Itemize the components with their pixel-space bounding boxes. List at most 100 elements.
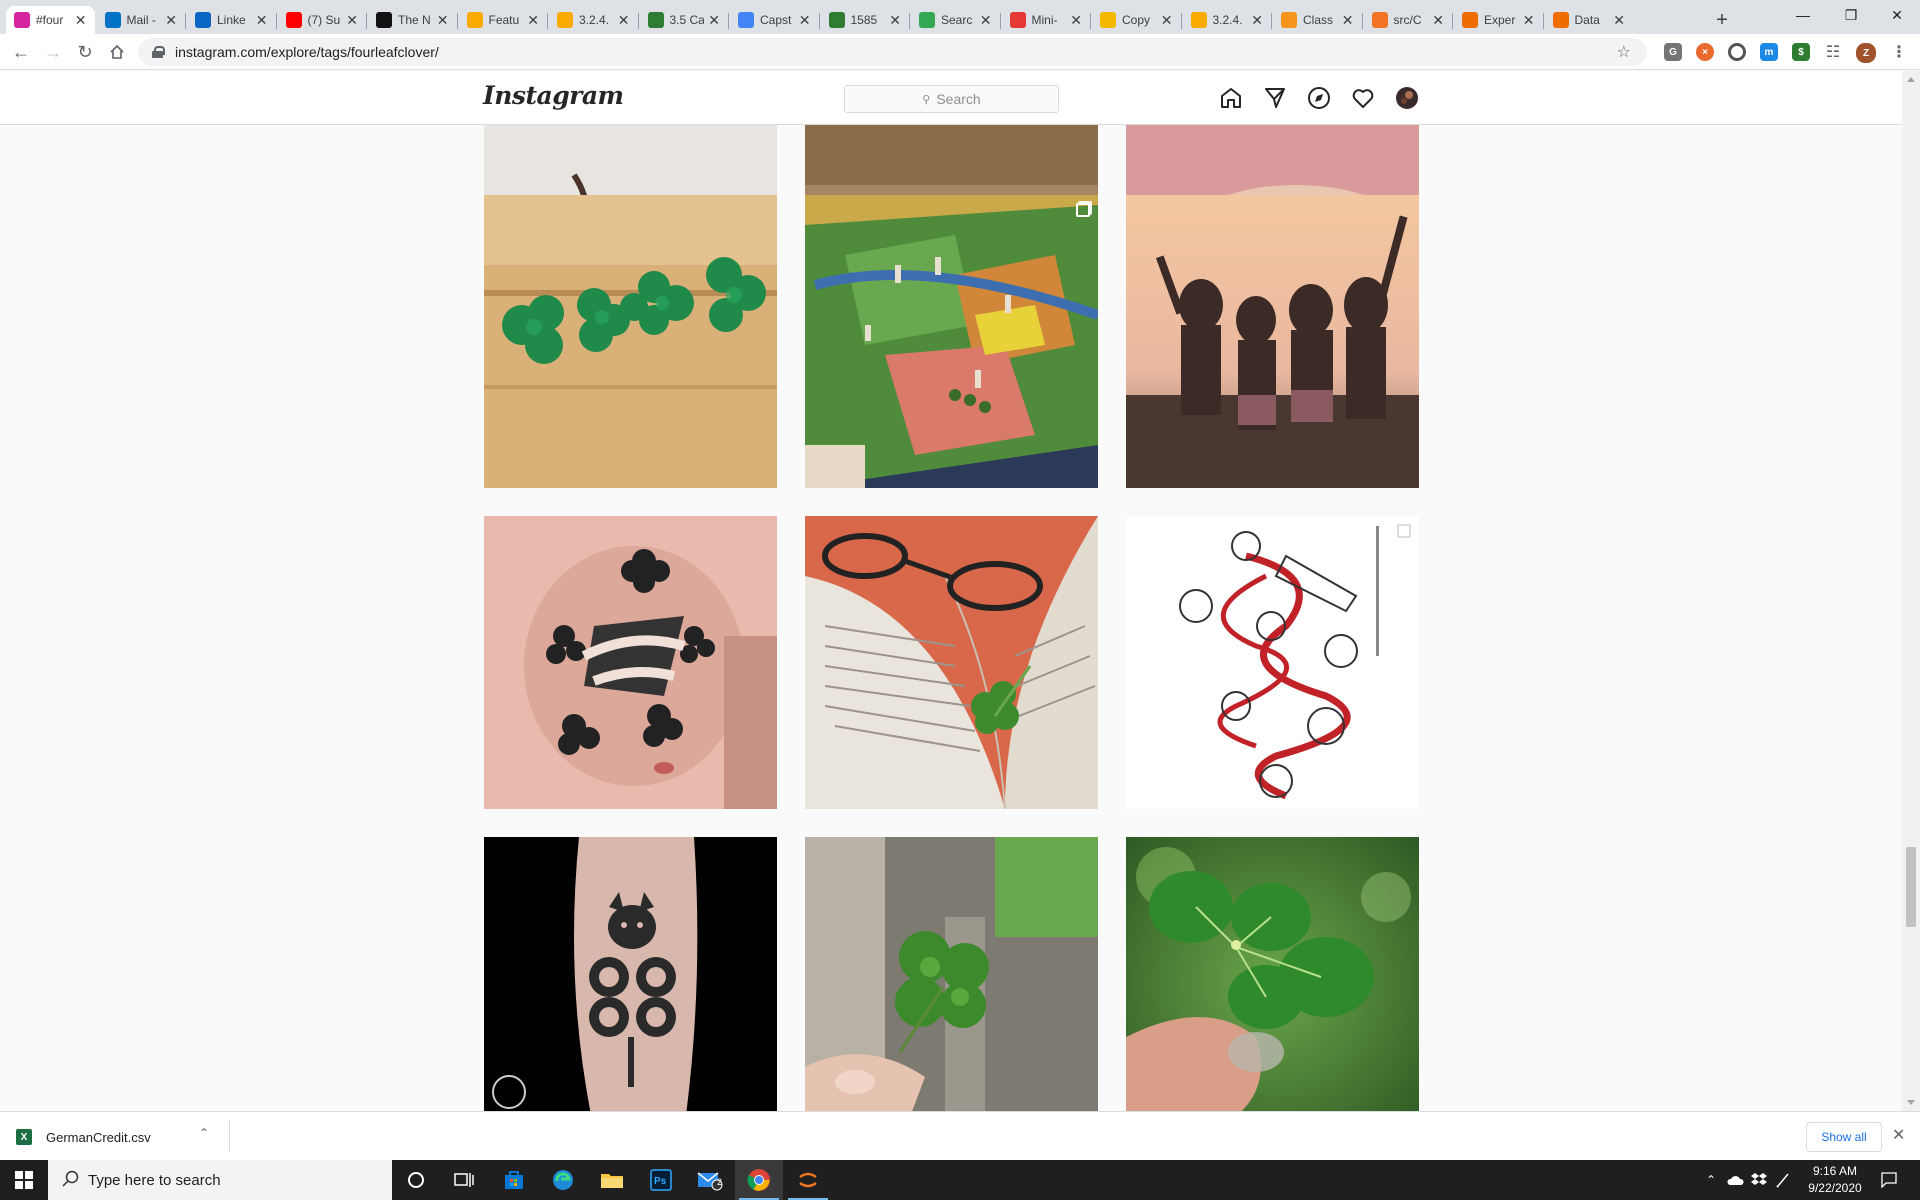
tab-close-icon[interactable]: ✕ bbox=[256, 12, 268, 29]
tab-close-icon[interactable]: ✕ bbox=[799, 12, 811, 29]
browser-tab[interactable]: src/C ✕ bbox=[1364, 6, 1453, 34]
onedrive-icon[interactable] bbox=[1724, 1160, 1746, 1200]
book-favicon-icon bbox=[1462, 12, 1478, 28]
cortana-icon[interactable] bbox=[392, 1160, 440, 1200]
tab-close-icon[interactable]: ✕ bbox=[980, 12, 992, 29]
profile-avatar-icon[interactable] bbox=[1394, 85, 1420, 111]
tab-close-icon[interactable]: ✕ bbox=[346, 12, 358, 29]
browser-tab[interactable]: The N ✕ bbox=[368, 6, 457, 34]
close-icon[interactable]: ✕ bbox=[1892, 1125, 1905, 1145]
direct-messages-icon[interactable] bbox=[1262, 85, 1288, 111]
tab-close-icon[interactable]: ✕ bbox=[1070, 12, 1082, 29]
browser-tab[interactable]: 3.5 Ca ✕ bbox=[640, 6, 729, 34]
download-item[interactable]: X GermanCredit.csv ⌃ bbox=[16, 1120, 230, 1154]
browser-tab[interactable]: Mini- ✕ bbox=[1002, 6, 1091, 34]
taskbar-search-input[interactable]: Type here to search bbox=[48, 1160, 392, 1200]
browser-tab[interactable]: 1585 ✕ bbox=[821, 6, 910, 34]
forward-icon[interactable]: → bbox=[39, 38, 67, 66]
scroll-up-arrow-icon[interactable] bbox=[1907, 77, 1915, 82]
edge-icon[interactable] bbox=[539, 1160, 587, 1200]
instagram-logo[interactable]: Instagram bbox=[483, 81, 624, 110]
tab-close-icon[interactable]: ✕ bbox=[1342, 12, 1354, 29]
drive-favicon-icon bbox=[919, 12, 935, 28]
file-explorer-icon[interactable] bbox=[588, 1160, 636, 1200]
browser-tab[interactable]: Data ✕ bbox=[1545, 6, 1634, 34]
instagram-header: Instagram ⚲ Search bbox=[0, 71, 1902, 125]
tab-separator bbox=[637, 13, 639, 29]
chrome-icon[interactable] bbox=[735, 1160, 783, 1200]
browser-tab[interactable]: Class ✕ bbox=[1273, 6, 1362, 34]
tab-close-icon[interactable]: ✕ bbox=[618, 12, 630, 29]
new-tab-button[interactable]: + bbox=[1708, 6, 1736, 34]
minimize-button[interactable]: — bbox=[1780, 0, 1826, 30]
address-bar[interactable]: instagram.com/explore/tags/fourleafclove… bbox=[138, 38, 1647, 66]
pen-icon[interactable] bbox=[1772, 1160, 1794, 1200]
home-nav-icon[interactable] bbox=[1218, 85, 1244, 111]
tab-close-icon[interactable]: ✕ bbox=[437, 12, 449, 29]
post-tile[interactable] bbox=[805, 837, 1098, 1111]
restore-button[interactable]: ❐ bbox=[1828, 0, 1874, 30]
browser-tab[interactable]: Copy ✕ bbox=[1092, 6, 1181, 34]
lock-icon[interactable] bbox=[152, 46, 165, 58]
post-tile[interactable] bbox=[1126, 195, 1419, 488]
chevron-up-icon[interactable]: ⌃ bbox=[199, 1126, 209, 1140]
post-tile[interactable] bbox=[484, 195, 777, 488]
bookmark-star-icon[interactable]: ☆ bbox=[1617, 42, 1631, 62]
page-scrollbar[interactable] bbox=[1902, 71, 1920, 1111]
tab-close-icon[interactable]: ✕ bbox=[1161, 12, 1173, 29]
show-hidden-icons-icon[interactable]: ⌃ bbox=[1700, 1160, 1722, 1200]
tab-close-icon[interactable]: ✕ bbox=[1251, 12, 1263, 29]
windows-start-icon[interactable] bbox=[0, 1160, 48, 1200]
mail-icon[interactable]: 2 bbox=[686, 1160, 734, 1200]
browser-tab[interactable]: Featu ✕ bbox=[459, 6, 548, 34]
store-icon[interactable] bbox=[490, 1160, 538, 1200]
tab-close-icon[interactable]: ✕ bbox=[75, 12, 87, 29]
show-all-button[interactable]: Show all bbox=[1806, 1122, 1882, 1152]
browser-tab[interactable]: Linke ✕ bbox=[187, 6, 276, 34]
extension-orange-icon[interactable]: × bbox=[1696, 43, 1714, 61]
menu-kebab-icon[interactable]: ⋮ bbox=[1890, 43, 1908, 61]
extension-circle-icon[interactable] bbox=[1728, 43, 1746, 61]
scroll-down-arrow-icon[interactable] bbox=[1907, 1100, 1915, 1105]
notifications-icon[interactable] bbox=[1874, 1160, 1904, 1200]
post-tile[interactable] bbox=[484, 516, 777, 809]
search-input[interactable]: ⚲ Search bbox=[844, 85, 1059, 113]
post-tile[interactable] bbox=[484, 837, 777, 1111]
explore-compass-icon[interactable] bbox=[1306, 85, 1332, 111]
tab-close-icon[interactable]: ✕ bbox=[165, 12, 177, 29]
post-tile[interactable] bbox=[805, 516, 1098, 809]
tab-close-icon[interactable]: ✕ bbox=[527, 12, 539, 29]
tab-close-icon[interactable]: ✕ bbox=[1523, 12, 1535, 29]
task-view-icon[interactable] bbox=[440, 1160, 488, 1200]
back-icon[interactable]: ← bbox=[7, 38, 35, 66]
browser-tab[interactable]: Searc ✕ bbox=[911, 6, 1000, 34]
profile-avatar[interactable]: Z bbox=[1856, 43, 1876, 63]
extension-blue-icon[interactable]: m bbox=[1760, 43, 1778, 61]
close-window-button[interactable]: ✕ bbox=[1874, 0, 1920, 30]
scroll-thumb[interactable] bbox=[1906, 847, 1916, 927]
browser-tab[interactable]: (7) Su ✕ bbox=[278, 6, 367, 34]
browser-tab[interactable]: Mail - ✕ bbox=[97, 6, 186, 34]
browser-tab[interactable]: Exper ✕ bbox=[1454, 6, 1543, 34]
system-clock[interactable]: 9:16 AM 9/22/2020 bbox=[1800, 1163, 1870, 1197]
extension-g-icon[interactable]: G bbox=[1664, 43, 1682, 61]
extension-dollar-icon[interactable]: $ bbox=[1792, 43, 1810, 61]
browser-tab[interactable]: 3.2.4. ✕ bbox=[1183, 6, 1272, 34]
browser-tab[interactable]: #four ✕ bbox=[6, 6, 95, 34]
home-icon[interactable] bbox=[103, 38, 131, 66]
tab-close-icon[interactable]: ✕ bbox=[889, 12, 901, 29]
jupyter-icon[interactable] bbox=[784, 1160, 832, 1200]
activity-heart-icon[interactable] bbox=[1350, 85, 1376, 111]
photoshop-icon[interactable]: Ps bbox=[637, 1160, 685, 1200]
browser-tab[interactable]: Capst ✕ bbox=[730, 6, 819, 34]
reload-icon[interactable]: ↻ bbox=[71, 38, 99, 66]
extensions-puzzle-icon[interactable]: ☷ bbox=[1824, 43, 1842, 61]
browser-tab[interactable]: 3.2.4. ✕ bbox=[549, 6, 638, 34]
post-tile[interactable] bbox=[1126, 516, 1419, 809]
post-tile[interactable] bbox=[805, 195, 1098, 488]
dropbox-icon[interactable] bbox=[1748, 1160, 1770, 1200]
tab-close-icon[interactable]: ✕ bbox=[708, 12, 720, 29]
tab-close-icon[interactable]: ✕ bbox=[1432, 12, 1444, 29]
post-tile[interactable] bbox=[1126, 837, 1419, 1111]
tab-close-icon[interactable]: ✕ bbox=[1613, 12, 1625, 29]
